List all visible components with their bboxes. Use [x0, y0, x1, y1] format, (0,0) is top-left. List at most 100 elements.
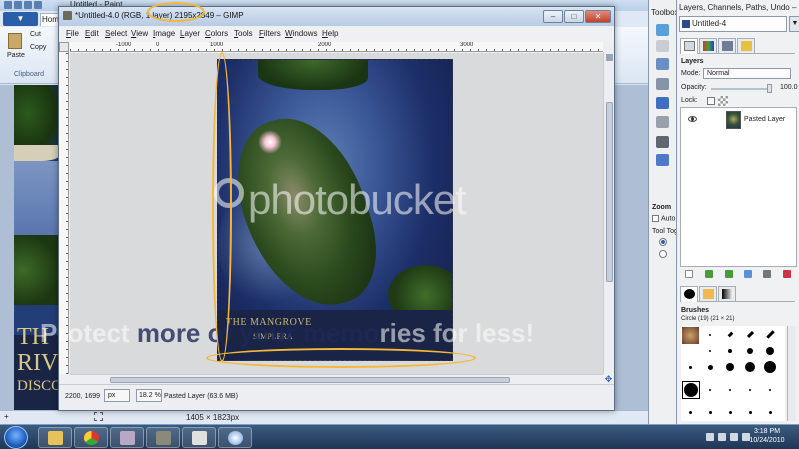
brush-item[interactable]	[766, 347, 774, 355]
paste-icon[interactable]	[8, 33, 22, 49]
fuzzy-select-tool-icon[interactable]	[656, 78, 669, 90]
tab-brushes[interactable]	[680, 286, 698, 302]
brush-item[interactable]	[749, 411, 752, 414]
duplicate-layer-icon[interactable]	[744, 270, 752, 278]
zoom-select[interactable]: 18.2 %	[136, 389, 162, 402]
brush-item[interactable]	[726, 363, 734, 371]
brush-item[interactable]	[769, 389, 771, 391]
navigate-icon[interactable]: ✥	[603, 374, 614, 384]
paste-button[interactable]: Paste	[7, 52, 25, 59]
opacity-slider[interactable]	[711, 88, 769, 90]
taskbar-gimp[interactable]	[146, 427, 180, 448]
image-selector[interactable]: Untitled-4 ▼	[679, 16, 799, 32]
brush-item[interactable]	[727, 331, 734, 338]
layer-list[interactable]: Pasted Layer	[680, 107, 797, 267]
brush-item[interactable]	[684, 383, 698, 397]
opacity-slider-handle[interactable]	[767, 84, 772, 93]
taskbar-calculator[interactable]	[182, 427, 216, 448]
tab-undo[interactable]	[737, 38, 755, 53]
start-button[interactable]	[4, 426, 28, 449]
minimize-button[interactable]: –	[543, 10, 563, 23]
quick-access-toolbar[interactable]	[4, 1, 59, 10]
tray-icon[interactable]	[706, 433, 714, 441]
brush-item[interactable]	[709, 411, 712, 414]
eye-icon[interactable]	[688, 116, 697, 122]
menu-layer[interactable]: Layer	[180, 29, 200, 38]
new-layer-icon[interactable]	[685, 270, 693, 278]
menu-windows[interactable]: Windows	[285, 29, 317, 38]
raise-layer-icon[interactable]	[705, 270, 713, 278]
brush-item[interactable]	[749, 389, 751, 391]
menu-edit[interactable]: Edit	[85, 29, 99, 38]
brush-item[interactable]	[769, 411, 772, 414]
layer-row[interactable]: Pasted Layer	[681, 109, 796, 131]
free-select-tool-icon[interactable]	[656, 58, 669, 70]
ellipse-select-tool-icon[interactable]	[656, 40, 669, 52]
auto-resize-checkbox[interactable]: Auto	[652, 215, 675, 222]
menu-help[interactable]: Help	[322, 29, 338, 38]
taskbar-paint[interactable]	[218, 427, 252, 448]
tab-patterns[interactable]	[699, 286, 717, 301]
layer-name[interactable]: Pasted Layer	[744, 116, 785, 123]
brush-item[interactable]	[745, 362, 755, 372]
opacity-value[interactable]: 100.0	[780, 84, 798, 91]
layer-mode-select[interactable]: Normal	[703, 68, 791, 79]
menu-image[interactable]: Image	[153, 29, 175, 38]
delete-layer-icon[interactable]	[783, 270, 791, 278]
brush-pepper[interactable]	[682, 327, 699, 344]
lock-alpha-icon[interactable]	[718, 96, 728, 106]
menu-select[interactable]: Select	[105, 29, 127, 38]
paint-menu-button[interactable]: ▼	[3, 12, 38, 26]
brush-scrollbar[interactable]	[787, 326, 796, 421]
quick-mask-toggle[interactable]	[59, 42, 69, 52]
brush-item[interactable]	[746, 330, 755, 339]
zoom-out-radio[interactable]	[659, 250, 667, 258]
tray-icon[interactable]	[718, 433, 726, 441]
menu-filters[interactable]: Filters	[259, 29, 281, 38]
menu-view[interactable]: View	[131, 29, 148, 38]
gimp-titlebar[interactable]: *Untitled-4.0 (RGB, 1 layer) 2195x2849 –…	[59, 7, 614, 26]
menu-file[interactable]: File	[66, 29, 79, 38]
brush-item[interactable]	[747, 348, 753, 354]
taskbar-app[interactable]	[110, 427, 144, 448]
paths-tool-icon[interactable]	[656, 154, 669, 166]
network-icon[interactable]	[730, 433, 738, 441]
brush-item[interactable]	[709, 334, 711, 336]
brush-item[interactable]	[766, 330, 775, 339]
zoom-in-radio[interactable]	[659, 238, 667, 246]
brush-item[interactable]	[689, 411, 692, 414]
tab-paths[interactable]	[718, 38, 736, 53]
rect-select-tool-icon[interactable]	[656, 24, 669, 36]
brush-item[interactable]	[709, 350, 711, 352]
lower-layer-icon[interactable]	[725, 270, 733, 278]
taskbar-chrome[interactable]	[74, 427, 108, 448]
tab-gradients[interactable]	[718, 286, 736, 301]
brush-item[interactable]	[729, 389, 731, 391]
horizontal-scrollbar[interactable]	[70, 374, 603, 384]
brush-item[interactable]	[729, 411, 732, 414]
clock[interactable]: 3:18 PM 10/24/2010	[738, 427, 796, 445]
cut-button[interactable]: Cut	[30, 31, 41, 38]
chevron-down-icon[interactable]: ▼	[789, 16, 799, 32]
unit-select[interactable]: px	[104, 389, 130, 402]
maximize-button[interactable]: □	[564, 10, 584, 23]
close-button[interactable]: ✕	[585, 10, 611, 23]
anchor-layer-icon[interactable]	[763, 270, 771, 278]
copy-button[interactable]: Copy	[30, 44, 46, 51]
vertical-scrollbar[interactable]	[603, 52, 614, 374]
menu-colors[interactable]: Colors	[205, 29, 228, 38]
brush-item[interactable]	[708, 365, 713, 370]
taskbar-explorer[interactable]	[38, 427, 72, 448]
horizontal-ruler[interactable]: -1000 0 1000 2000 3000	[70, 42, 603, 52]
brush-item[interactable]	[689, 366, 692, 369]
lock-pixels-checkbox[interactable]	[707, 97, 715, 105]
menu-tools[interactable]: Tools	[234, 29, 253, 38]
tab-channels[interactable]	[699, 38, 717, 53]
brush-item[interactable]	[728, 349, 732, 353]
brush-item[interactable]	[709, 389, 711, 391]
brush-item[interactable]	[764, 361, 776, 373]
by-color-select-tool-icon[interactable]	[656, 97, 669, 109]
brush-grid[interactable]	[681, 326, 785, 421]
tab-layers[interactable]	[680, 38, 698, 54]
color-picker-tool-icon[interactable]	[656, 136, 669, 148]
